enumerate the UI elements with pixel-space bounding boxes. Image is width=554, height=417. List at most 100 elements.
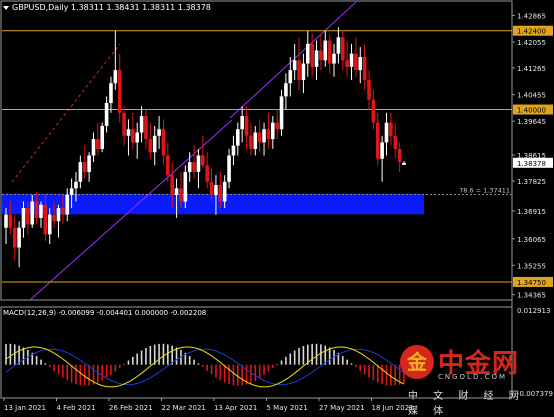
candle-body: [34, 201, 39, 218]
candle-body: [157, 129, 161, 136]
support-zone: [2, 193, 424, 215]
level-price-tag-label: 1.42400: [517, 28, 546, 36]
candle-body: [231, 145, 236, 156]
candle-body: [367, 79, 371, 100]
watermark-tagline: 中 文 财 经 网 媒 体: [408, 391, 525, 417]
candle-body: [301, 63, 306, 80]
watermark-site: CNGOLD.COM: [438, 373, 508, 381]
candle-body: [305, 43, 310, 64]
candle-body: [393, 135, 398, 149]
candle-body: [209, 181, 214, 195]
candle-body: [240, 116, 244, 130]
candle-body: [12, 227, 17, 248]
candle-body: [262, 129, 266, 143]
chart-title: GBPUSD,Daily 1.38311 1.38431 1.38311 1.3…: [3, 3, 211, 12]
candle-body: [26, 208, 30, 225]
candle-body: [275, 122, 279, 130]
candle-body: [257, 132, 262, 143]
candle-body: [87, 155, 91, 172]
candle-body: [91, 139, 96, 156]
collapse-arrow-icon[interactable]: [3, 5, 9, 10]
candle-body: [52, 214, 56, 222]
main-pane-border: [0, 0, 513, 301]
watermark: 金 中金网 CNGOLD.COM 中 文 财 经 网 媒 体: [398, 343, 548, 417]
candle-body: [183, 171, 188, 202]
price-tick-label: 1.37825: [517, 178, 546, 186]
macd-main-line: [5, 346, 405, 388]
candle-body: [354, 53, 358, 71]
candle-body: [148, 139, 153, 153]
macd-label: MACD(12,26,9) -0.006099 -0.004401 0.0000…: [3, 309, 207, 317]
candle-body: [161, 129, 166, 156]
candle-body: [288, 70, 293, 84]
candle-body: [201, 155, 205, 166]
candle-body: [327, 40, 332, 64]
candle-body: [371, 99, 376, 123]
candle-body: [227, 155, 231, 182]
candle-body: [323, 40, 328, 61]
candle-body: [249, 135, 253, 149]
candle-body: [196, 155, 201, 172]
candle-body: [100, 125, 105, 149]
candle-body: [375, 122, 380, 159]
macd-max-label: 0.012913: [517, 307, 550, 315]
candle-body: [113, 70, 118, 84]
candle-body: [332, 53, 336, 64]
candle-body: [244, 116, 249, 136]
channel-dashed-line: [11, 43, 121, 183]
candle-body: [270, 122, 275, 140]
candle-body: [39, 204, 43, 218]
candle-body: [340, 37, 345, 61]
candle-body: [179, 188, 183, 202]
candle-body: [336, 37, 341, 54]
candle-body: [345, 60, 349, 67]
candle-body: [74, 181, 78, 189]
candle-body: [187, 162, 192, 172]
candle-body: [61, 208, 65, 215]
candle-body: [253, 132, 258, 149]
level-price-tag-label: 1.34750: [517, 279, 546, 287]
candle-body: [314, 50, 319, 67]
candle-body: [292, 60, 297, 71]
candle-body: [310, 43, 314, 67]
candle-body: [65, 194, 70, 215]
price-tick-label: 1.42055: [517, 39, 546, 47]
candle-body: [218, 185, 223, 202]
candle-body: [170, 175, 174, 195]
time-tick-label: 27 May 2021: [319, 404, 365, 412]
candle-body: [135, 132, 140, 143]
price-tick-label: 1.40455: [517, 92, 546, 100]
candle-body: [319, 50, 323, 61]
cngold-logo-icon: 金: [400, 345, 434, 379]
candle-body: [56, 208, 61, 222]
candle-body: [152, 135, 157, 153]
price-tick-label: 1.41265: [517, 65, 546, 73]
candle-body: [397, 148, 402, 163]
candle-body: [17, 227, 21, 248]
candle-body: [96, 139, 100, 149]
macd-signal-line: [5, 348, 405, 386]
candle-body: [78, 162, 83, 182]
candle-body: [8, 214, 13, 228]
candle-body: [174, 188, 179, 195]
candle-body: [384, 122, 389, 143]
candle-body: [4, 214, 8, 228]
candle-body: [144, 116, 148, 140]
candle-body: [402, 162, 406, 166]
time-tick-label: 5 May 2021: [267, 404, 308, 412]
level-price-tag-label: 1.40000: [517, 107, 546, 115]
candle-body: [82, 162, 87, 172]
candle-body: [21, 208, 26, 228]
candle-body: [47, 214, 52, 235]
candle-body: [69, 188, 74, 195]
channel-upper-line: [229, 1, 357, 119]
candle-body: [266, 129, 271, 140]
candle-body: [192, 162, 196, 172]
price-tick-label: 1.36065: [517, 236, 546, 244]
candle-body: [236, 129, 240, 146]
price-tick-label: 1.42865: [517, 12, 546, 20]
candle-body: [222, 181, 227, 202]
candle-body: [284, 83, 288, 97]
candle-body: [43, 204, 48, 235]
candle-body: [205, 165, 209, 182]
